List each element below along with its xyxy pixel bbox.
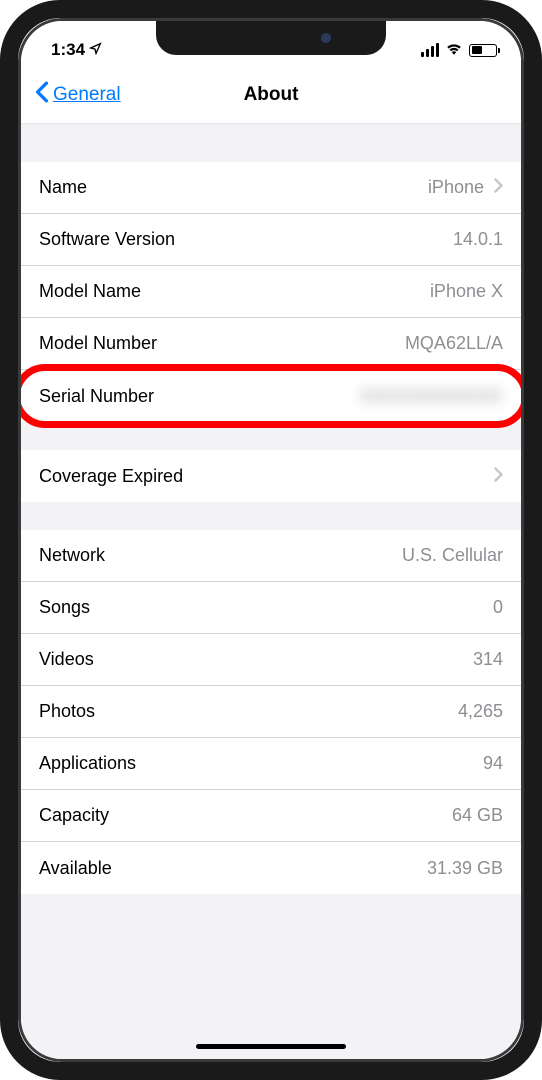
status-time: 1:34 [51, 40, 102, 60]
back-label: General [53, 84, 121, 106]
row-coverage-expired[interactable]: Coverage Expired [21, 450, 521, 502]
wifi-icon [445, 41, 463, 60]
row-label: Network [39, 545, 105, 566]
row-available[interactable]: Available 31.39 GB [21, 842, 521, 894]
row-label: Songs [39, 597, 90, 618]
nav-header: General About [21, 71, 521, 124]
row-applications[interactable]: Applications 94 [21, 738, 521, 790]
row-value: 0 [493, 597, 503, 618]
row-network[interactable]: Network U.S. Cellular [21, 530, 521, 582]
battery-icon [469, 44, 497, 57]
row-label: Model Number [39, 333, 157, 354]
row-value: 14.0.1 [453, 229, 503, 250]
row-label: Model Name [39, 281, 141, 302]
row-videos[interactable]: Videos 314 [21, 634, 521, 686]
home-indicator[interactable] [196, 1044, 346, 1049]
settings-list[interactable]: Name iPhone Software Version [21, 124, 521, 1059]
row-model-name[interactable]: Model Name iPhone X [21, 266, 521, 318]
row-label: Name [39, 177, 87, 198]
row-value: 64 GB [452, 805, 503, 826]
row-value: 94 [483, 753, 503, 774]
row-software-version[interactable]: Software Version 14.0.1 [21, 214, 521, 266]
row-label: Coverage Expired [39, 466, 183, 487]
row-name[interactable]: Name iPhone [21, 162, 521, 214]
row-model-number[interactable]: Model Number MQA62LL/A [21, 318, 521, 370]
location-arrow-icon [89, 40, 102, 60]
row-label: Applications [39, 753, 136, 774]
row-value: iPhone [428, 177, 484, 198]
row-label: Serial Number [39, 386, 154, 407]
phone-frame: 1:34 [0, 0, 542, 1080]
row-photos[interactable]: Photos 4,265 [21, 686, 521, 738]
page-title: About [244, 84, 299, 106]
row-value: 314 [473, 649, 503, 670]
row-value: 31.39 GB [427, 858, 503, 879]
row-label: Available [39, 858, 112, 879]
chevron-right-icon [494, 466, 503, 487]
chevron-left-icon [35, 81, 49, 109]
back-button[interactable]: General [35, 81, 121, 109]
row-value: MQA62LL/A [405, 333, 503, 354]
row-value: 4,265 [458, 701, 503, 722]
notch [156, 21, 386, 55]
chevron-right-icon [494, 177, 503, 198]
time-label: 1:34 [51, 40, 85, 60]
row-value-redacted: XXXXXXXXXXX [360, 386, 503, 407]
section-usage: Network U.S. Cellular Songs 0 Videos 314 [21, 530, 521, 894]
row-label: Capacity [39, 805, 109, 826]
row-label: Videos [39, 649, 94, 670]
row-value: iPhone X [430, 281, 503, 302]
section-device-info: Name iPhone Software Version [21, 162, 521, 422]
row-capacity[interactable]: Capacity 64 GB [21, 790, 521, 842]
row-value: U.S. Cellular [402, 545, 503, 566]
row-songs[interactable]: Songs 0 [21, 582, 521, 634]
row-label: Software Version [39, 229, 175, 250]
section-coverage: Coverage Expired [21, 450, 521, 502]
row-serial-number[interactable]: Serial Number XXXXXXXXXXX [21, 370, 521, 422]
cellular-signal-icon [421, 43, 439, 57]
row-label: Photos [39, 701, 95, 722]
